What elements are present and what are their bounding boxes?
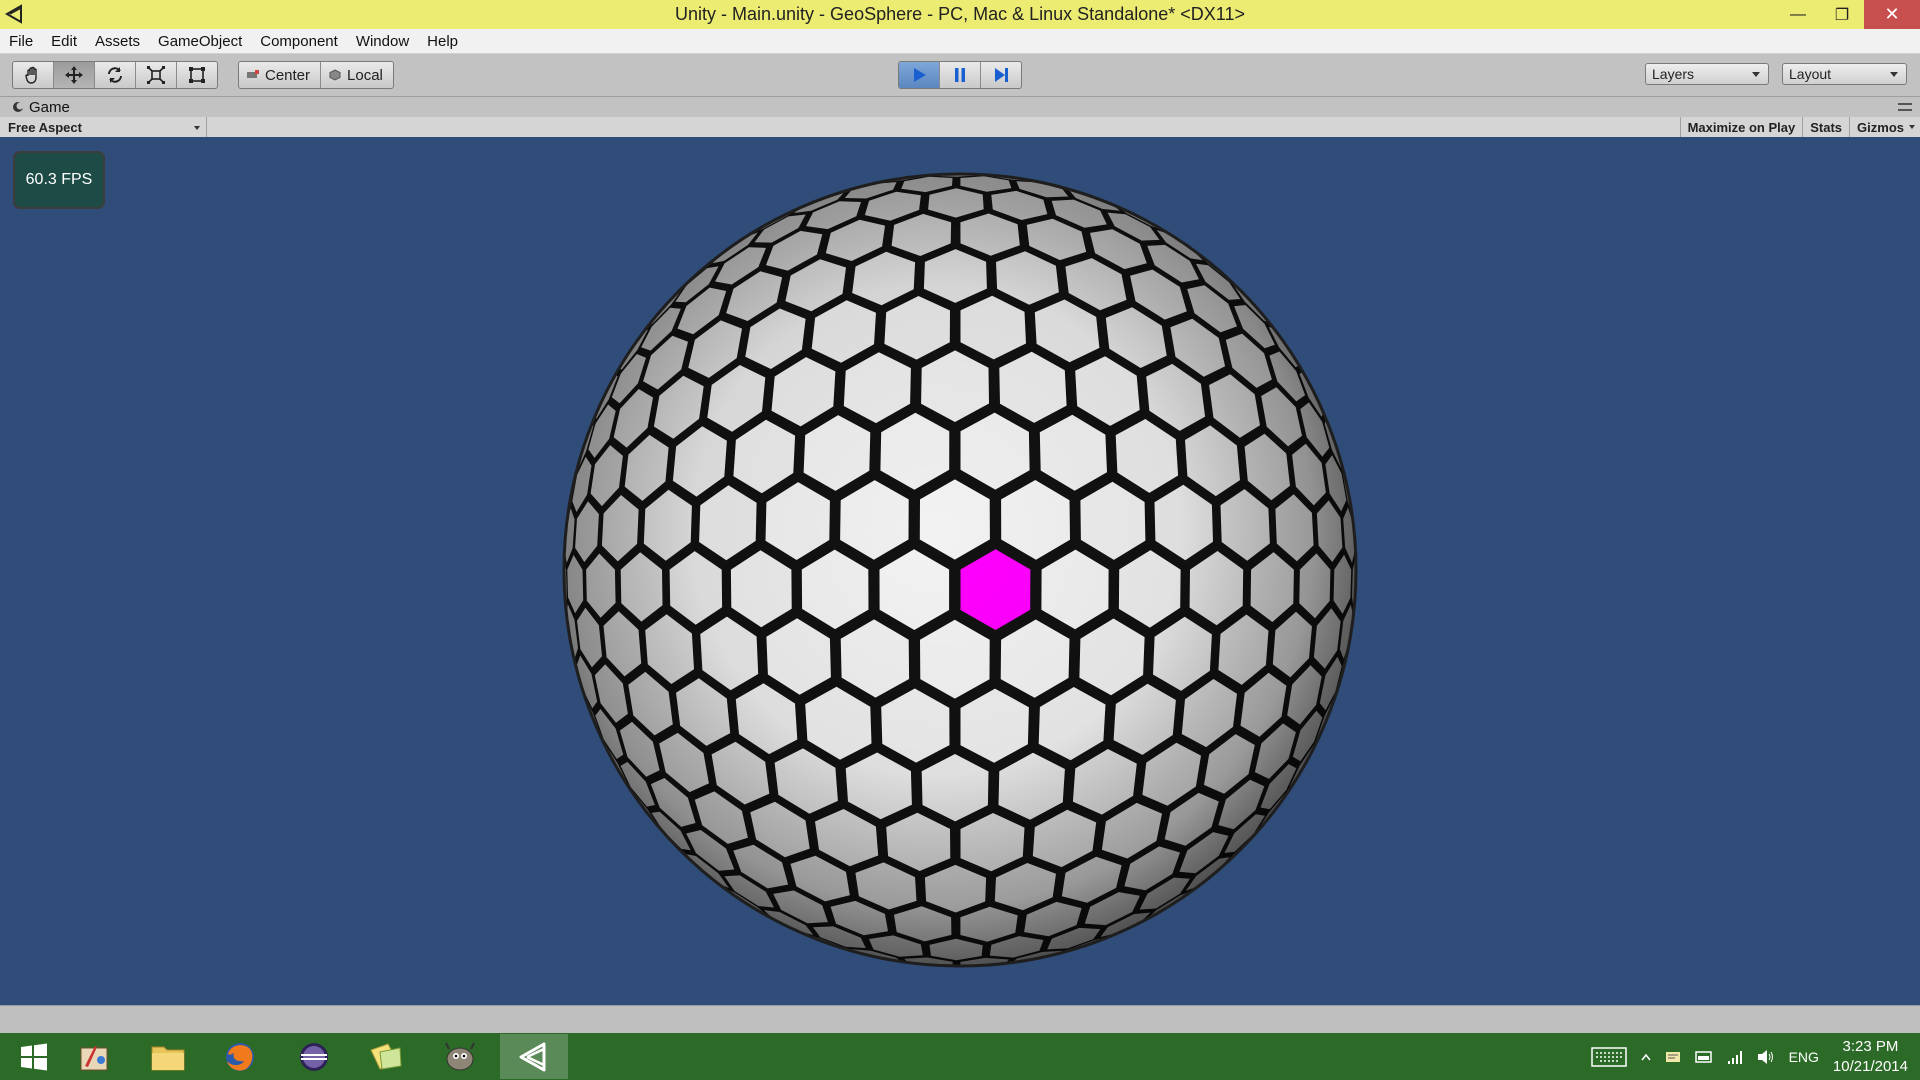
main-toolbar: Center Local Layers Layout bbox=[0, 54, 1920, 97]
stats-toggle[interactable]: Stats bbox=[1802, 117, 1849, 137]
tab-game[interactable]: Game bbox=[0, 99, 70, 116]
menu-assets[interactable]: Assets bbox=[86, 33, 149, 50]
playback-controls bbox=[898, 61, 1022, 89]
language-indicator[interactable]: ENG bbox=[1789, 1049, 1819, 1065]
action-center-icon[interactable] bbox=[1665, 1050, 1681, 1064]
chevron-down-icon bbox=[194, 126, 200, 130]
rect-tool-button[interactable] bbox=[177, 62, 217, 88]
move-tool-icon bbox=[65, 66, 83, 84]
taskbar-firefox[interactable] bbox=[206, 1034, 274, 1079]
system-tray: ENG 3:23 PM 10/21/2014 bbox=[1590, 1033, 1920, 1080]
taskbar-paint[interactable] bbox=[60, 1034, 128, 1079]
status-bar bbox=[0, 1005, 1920, 1034]
menu-bar: File Edit Assets GameObject Component Wi… bbox=[0, 29, 1920, 54]
game-viewport[interactable]: 60.3 FPS bbox=[0, 137, 1920, 1005]
game-tab-header: Game bbox=[0, 97, 1920, 117]
layers-label: Layers bbox=[1652, 66, 1695, 82]
menu-file[interactable]: File bbox=[0, 33, 42, 50]
clock[interactable]: 3:23 PM 10/21/2014 bbox=[1833, 1037, 1908, 1077]
step-button[interactable] bbox=[981, 62, 1021, 88]
paint-app-icon bbox=[80, 1045, 108, 1070]
start-button[interactable] bbox=[0, 1034, 68, 1079]
close-button[interactable]: ✕ bbox=[1864, 0, 1920, 29]
show-hidden-icons-icon[interactable] bbox=[1640, 1053, 1651, 1061]
volume-icon[interactable] bbox=[1757, 1049, 1775, 1065]
game-tab-label: Game bbox=[29, 98, 70, 116]
window-controls: — ❐ ✕ bbox=[1776, 0, 1920, 29]
title-bar: Unity - Main.unity - GeoSphere - PC, Mac… bbox=[0, 0, 1920, 29]
clock-time: 3:23 PM bbox=[1842, 1037, 1899, 1055]
pivot-space-button[interactable]: Local bbox=[321, 62, 393, 88]
fps-counter: 60.3 FPS bbox=[13, 151, 105, 209]
windows-taskbar: ENG 3:23 PM 10/21/2014 bbox=[0, 1033, 1920, 1080]
gizmos-label: Gizmos bbox=[1857, 119, 1904, 135]
rotate-tool-icon bbox=[108, 67, 122, 83]
pivot-center-icon bbox=[247, 70, 259, 78]
scale-tool-icon bbox=[147, 66, 165, 84]
minimize-button[interactable]: — bbox=[1776, 0, 1820, 29]
clock-date: 10/21/2014 bbox=[1832, 1057, 1908, 1075]
unity-icon bbox=[519, 1042, 546, 1071]
chevron-down-icon bbox=[1752, 72, 1760, 77]
taskbar-gimp[interactable] bbox=[426, 1034, 494, 1079]
transform-tools bbox=[12, 61, 218, 89]
window-title: Unity - Main.unity - GeoSphere - PC, Mac… bbox=[675, 4, 1245, 24]
eclipse-icon bbox=[300, 1042, 328, 1071]
pivot-toggles: Center Local bbox=[238, 61, 394, 89]
aspect-label: Free Aspect bbox=[8, 119, 82, 135]
local-space-icon bbox=[329, 69, 341, 81]
layout-label: Layout bbox=[1789, 66, 1832, 82]
taskbar-explorer[interactable] bbox=[134, 1034, 202, 1079]
gimp-icon bbox=[445, 1042, 475, 1070]
play-icon bbox=[914, 68, 926, 82]
geosphere-render bbox=[562, 172, 1358, 968]
layout-dropdown[interactable]: Layout bbox=[1782, 63, 1907, 85]
rect-tool-icon bbox=[189, 67, 205, 83]
power-icon[interactable] bbox=[1694, 1050, 1713, 1064]
pause-button[interactable] bbox=[940, 62, 981, 88]
taskbar-notes[interactable] bbox=[352, 1034, 420, 1079]
chevron-down-icon bbox=[1909, 125, 1915, 129]
aspect-dropdown[interactable]: Free Aspect bbox=[8, 117, 207, 137]
menu-window[interactable]: Window bbox=[347, 33, 418, 50]
unity-logo-icon bbox=[4, 4, 22, 24]
pause-icon bbox=[955, 68, 965, 82]
menu-gameobject[interactable]: GameObject bbox=[149, 33, 251, 50]
windows-start-icon bbox=[21, 1043, 47, 1070]
network-icon[interactable] bbox=[1727, 1049, 1743, 1065]
file-explorer-icon bbox=[151, 1046, 185, 1070]
chevron-down-icon bbox=[1890, 72, 1898, 77]
taskbar-eclipse[interactable] bbox=[280, 1034, 348, 1079]
taskbar-unity[interactable] bbox=[500, 1034, 568, 1079]
notes-app-icon bbox=[370, 1042, 402, 1070]
menu-help[interactable]: Help bbox=[418, 33, 467, 50]
maximize-button[interactable]: ❐ bbox=[1820, 0, 1864, 29]
panel-menu-icon[interactable] bbox=[1898, 103, 1912, 111]
hand-tool-button[interactable] bbox=[13, 62, 54, 88]
gizmos-toggle[interactable]: Gizmos bbox=[1849, 117, 1920, 137]
touch-keyboard-icon[interactable] bbox=[1590, 1046, 1627, 1067]
menu-edit[interactable]: Edit bbox=[42, 33, 86, 50]
rotate-tool-button[interactable] bbox=[95, 62, 136, 88]
move-tool-button[interactable] bbox=[54, 62, 95, 88]
firefox-icon bbox=[226, 1042, 254, 1071]
game-view-toolbar: Free Aspect Maximize on Play Stats Gizmo… bbox=[0, 117, 1920, 138]
game-view-icon bbox=[13, 102, 24, 112]
menu-component[interactable]: Component bbox=[251, 33, 347, 50]
hand-tool-icon bbox=[25, 66, 37, 84]
pivot-space-label: Local bbox=[347, 66, 383, 84]
maximize-on-play-toggle[interactable]: Maximize on Play bbox=[1679, 117, 1803, 137]
pivot-mode-button[interactable]: Center bbox=[239, 62, 322, 88]
game-view-options: Maximize on Play Stats Gizmos bbox=[1679, 117, 1920, 137]
layers-dropdown[interactable]: Layers bbox=[1645, 63, 1769, 85]
play-button[interactable] bbox=[899, 62, 940, 88]
pivot-mode-label: Center bbox=[265, 66, 311, 84]
scale-tool-button[interactable] bbox=[136, 62, 177, 88]
step-icon bbox=[995, 68, 1008, 82]
unity-editor-window: Unity - Main.unity - GeoSphere - PC, Mac… bbox=[0, 0, 1920, 1080]
